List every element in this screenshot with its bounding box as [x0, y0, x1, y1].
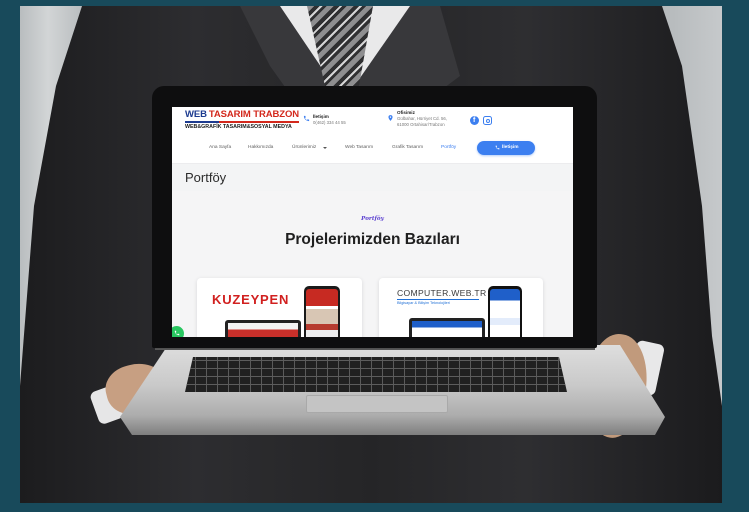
laptop-keyboard: [185, 357, 567, 392]
nav-item-hakkimizda: Hakkımızda: [248, 145, 274, 150]
office-address-line1: Gülbahar, Hürriyet Cd. 56,: [397, 116, 447, 121]
page-title-band: [172, 163, 573, 191]
phone-mockup: [488, 286, 522, 337]
logo-tagline: WEB&GRAFİK TASARIM&SOSYAL MEDYA: [185, 123, 292, 130]
laptop-lid: WEB TASARIM TRABZON WEB&GRAFİK TASARIM&SO…: [152, 86, 597, 348]
contact-label: İletişim: [313, 114, 329, 119]
section-kicker: Portföy: [361, 216, 384, 222]
nav-item-portfoy: Portföy: [441, 145, 457, 150]
laptop-base: [120, 345, 665, 435]
phone-icon: [303, 115, 310, 122]
logo-title-blue: WEB: [185, 109, 207, 120]
phone-icon: [495, 145, 500, 150]
project-tagline: Bilgisayar & Bilişim Teknolojileri: [397, 301, 450, 305]
nav-item-ana-sayfa: Ana Sayfa: [209, 145, 232, 150]
facebook-icon: f: [470, 116, 479, 125]
nav-item-web-tasarim: Web Tasarım: [345, 145, 374, 150]
logo-title-red: TASARIM TRABZON: [208, 109, 300, 120]
caret-down-icon: [323, 146, 327, 149]
office-label: Ofisimiz: [397, 110, 415, 115]
contact-cta-button: İletişim: [477, 141, 535, 155]
nav-item-urunlerimiz: Ürünlerimiz: [292, 145, 317, 150]
project-card-computer-web-tr: COMPUTER.WEB.TR Bilgisayar & Bilişim Tek…: [379, 278, 543, 337]
nav-item-grafik-tasarim: Grafik Tasarım: [392, 145, 424, 150]
site-logo: WEB TASARIM TRABZON WEB&GRAFİK TASARIM&SO…: [185, 110, 299, 130]
section-heading: Projelerimizden Bazıları: [285, 231, 460, 248]
whatsapp-icon: [172, 326, 184, 337]
laptop-mockup: [225, 320, 301, 337]
laptop-screen: WEB TASARIM TRABZON WEB&GRAFİK TASARIM&SO…: [172, 107, 573, 337]
phone-icon: [174, 330, 180, 336]
brand-underline: [397, 299, 479, 300]
phone-mockup: [304, 286, 340, 337]
logo-underline: [185, 121, 299, 123]
project-card-kuzeypen: KUZEYPEN: [197, 278, 362, 337]
project-brand: COMPUTER.WEB.TR: [397, 288, 487, 298]
contact-cta-label: İletişim: [502, 145, 519, 151]
project-brand: KUZEYPEN: [212, 292, 290, 307]
laptop-mockup: [409, 318, 485, 337]
logo-title: WEB TASARIM TRABZON: [185, 110, 299, 120]
laptop-trackpad: [306, 395, 448, 413]
location-pin-icon: [387, 114, 394, 122]
instagram-icon: [483, 116, 492, 125]
page-title: Portföy: [185, 170, 227, 185]
photo-background: WEB TASARIM TRABZON WEB&GRAFİK TASARIM&SO…: [20, 6, 722, 503]
contact-phone-number: 0(462) 334 44 55: [313, 120, 346, 125]
office-address-line2: 61000 Ortahisar/Trabzon: [397, 121, 445, 127]
